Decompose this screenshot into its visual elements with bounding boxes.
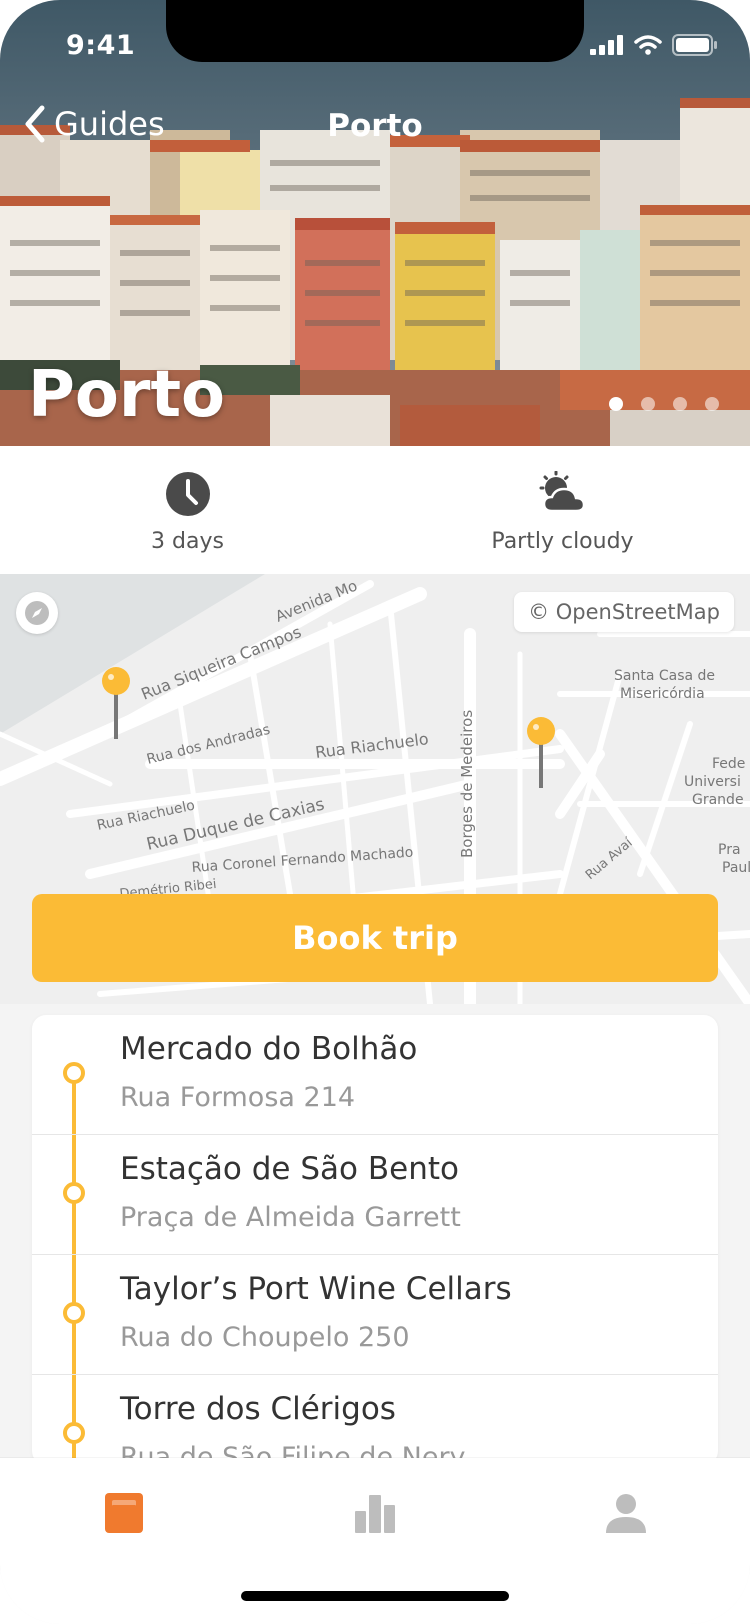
stop-title: Torre dos Clérigos (120, 1391, 396, 1427)
itinerary-list: Mercado do Bolhão Rua Formosa 214 Estaçã… (32, 1015, 718, 1465)
list-item[interactable]: Taylor’s Port Wine Cellars Rua do Choupe… (32, 1255, 718, 1375)
book-trip-button[interactable]: Book trip (32, 894, 718, 982)
tab-profile[interactable] (596, 1488, 656, 1538)
list-item[interactable]: Mercado do Bolhão Rua Formosa 214 (32, 1015, 718, 1135)
wifi-icon (634, 35, 662, 55)
stop-title: Mercado do Bolhão (120, 1031, 418, 1067)
map-place-label: Misericórdia (620, 686, 705, 702)
tab-guides[interactable] (94, 1488, 154, 1538)
page-dot[interactable] (641, 397, 655, 411)
clock-icon (165, 472, 210, 516)
map-attribution[interactable]: © OpenStreetMap (514, 592, 734, 632)
person-icon (606, 1494, 646, 1533)
map-place-label: Universi (684, 774, 741, 790)
stop-address: Rua do Choupelo 250 (120, 1322, 410, 1353)
map-place-label: Pra (718, 842, 741, 858)
status-icons (590, 34, 718, 56)
stop-address: Praça de Almeida Garrett (120, 1202, 461, 1233)
locate-button[interactable] (16, 592, 58, 634)
home-indicator[interactable] (241, 1591, 509, 1601)
list-item[interactable]: Torre dos Clérigos Rua de São Filipe de … (32, 1375, 718, 1465)
duration-info: 3 days (0, 446, 375, 574)
page-dot[interactable] (673, 397, 687, 411)
duration-label: 3 days (151, 529, 224, 554)
list-item[interactable]: Estação de São Bento Praça de Almeida Ga… (32, 1135, 718, 1255)
stop-title: Estação de São Bento (120, 1151, 459, 1187)
device-notch (166, 0, 584, 62)
hero-title: Porto (28, 358, 225, 432)
partly-cloudy-icon (539, 471, 585, 513)
battery-icon (672, 34, 717, 56)
nav-title: Porto (327, 108, 423, 144)
page-dot[interactable] (705, 397, 719, 411)
weather-info: Partly cloudy (375, 446, 750, 574)
signal-icon (590, 35, 623, 55)
timeline-dot (63, 1422, 85, 1444)
trip-info: 3 days Partly cloudy (0, 446, 750, 574)
timeline-dot (63, 1182, 85, 1204)
page-dot[interactable] (609, 397, 623, 411)
stop-title: Taylor’s Port Wine Cellars (120, 1271, 512, 1307)
guide-book-icon (105, 1493, 143, 1533)
phone-screen: 9:41 Guides Porto Porto 3 days Partly cl… (0, 0, 750, 1624)
timeline-dot (63, 1062, 85, 1084)
map-place-label: Santa Casa de (614, 668, 715, 684)
stop-address: Rua Formosa 214 (120, 1082, 356, 1113)
map-street-label: Borges de Medeiros (458, 710, 476, 858)
map-place-label: Grande (692, 792, 744, 808)
bar-chart-icon (355, 1495, 395, 1533)
page-indicator[interactable] (609, 397, 719, 411)
tab-stats[interactable] (345, 1488, 405, 1538)
map-place-label: Fede (712, 756, 745, 772)
weather-label: Partly cloudy (491, 529, 634, 554)
compass-icon (25, 601, 49, 625)
map-place-label: Paulo (722, 860, 750, 876)
timeline-dot (63, 1302, 85, 1324)
status-time: 9:41 (66, 30, 136, 61)
hero-image: 9:41 Guides Porto Porto (0, 0, 750, 446)
